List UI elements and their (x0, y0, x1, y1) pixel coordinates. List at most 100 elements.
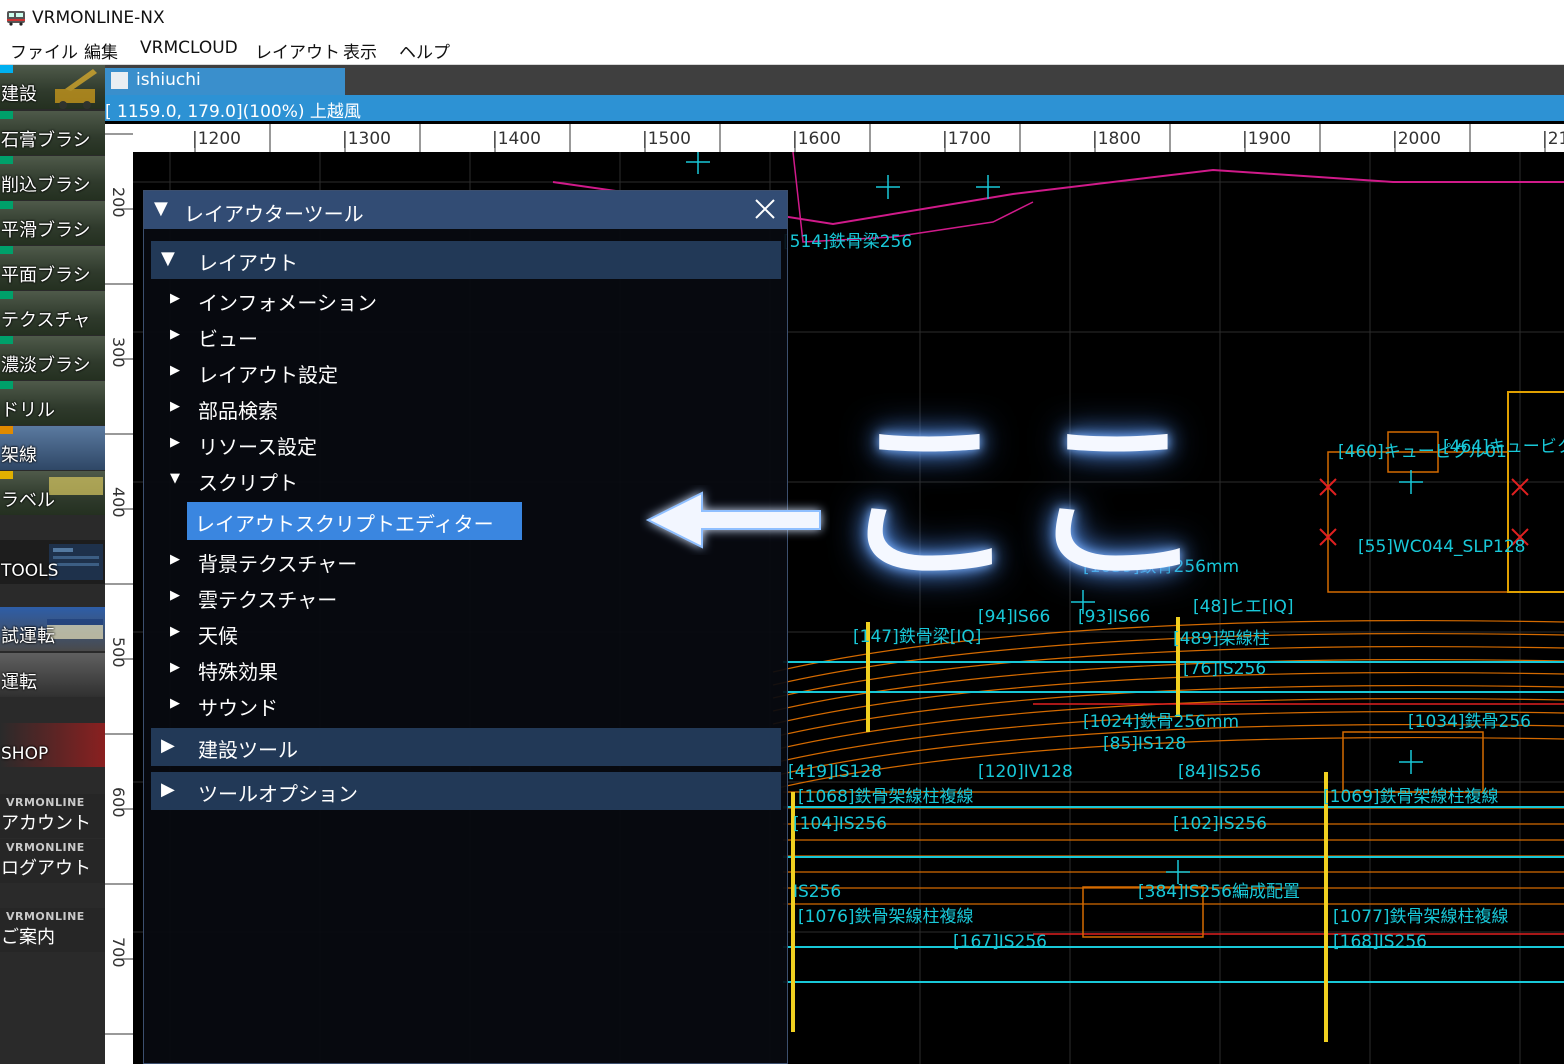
track-label: [464]キュービクル (1443, 437, 1564, 457)
sidebar-item-carve-brush[interactable]: 削込ブラシ (0, 156, 105, 200)
sidebar-item-label: 試運転 (1, 626, 55, 647)
sidebar-item-label: TOOLS (1, 561, 59, 581)
ruler-label: |1500 (642, 129, 691, 149)
menu-edit[interactable]: 編集 (82, 38, 120, 63)
sidebar-item-label: 平面ブラシ (1, 265, 91, 286)
section-layout[interactable]: ▼ レイアウト (151, 241, 781, 279)
collapse-triangle-icon[interactable]: ▼ (154, 198, 168, 219)
crosshair-marker (1399, 470, 1423, 494)
left-arrow-icon (645, 491, 821, 549)
sidebar-item-shade-brush[interactable]: 濃淡ブラシ (0, 336, 105, 380)
sidebar-item-account[interactable]: VRMONLINE アカウント (0, 794, 105, 838)
sidebar-item-test-run[interactable]: 試運転 (0, 607, 105, 651)
track-label: [384]IS256編成配置 (1138, 882, 1300, 902)
sidebar-item-label: 削込ブラシ (1, 175, 91, 196)
menu-file[interactable]: ファイル (8, 38, 80, 63)
tree-item-weather[interactable]: ▶ 天候 (166, 620, 766, 650)
horizontal-ruler: |1200 |1300 |1400 |1500 |1600 |1700 |1800 |1900… (105, 124, 1564, 152)
sidebar-item-smooth-brush[interactable]: 平滑ブラシ (0, 201, 105, 245)
tree-item-special-effects[interactable]: ▶ 特殊効果 (166, 656, 766, 686)
stripe (0, 291, 13, 299)
menu-help[interactable]: ヘルプ (397, 38, 452, 63)
ruler-label: |1600 (792, 129, 841, 149)
sidebar-item-label: テクスチャ (1, 310, 91, 331)
tree-item-view[interactable]: ▶ ビュー (166, 323, 766, 353)
stripe (0, 201, 13, 209)
sidebar-item-label-tool[interactable]: ラベル (0, 471, 105, 515)
sidebar-item-build[interactable]: 建設 (0, 65, 105, 109)
tree-item-parts-search[interactable]: ▶ 部品検索 (166, 395, 766, 425)
expanded-triangle-icon: ▼ (161, 248, 175, 269)
tool-sidebar: 建設 石膏ブラシ 削込ブラシ 平滑ブラシ 平面ブラシ テクスチャ 濃淡ブラシ ド… (0, 65, 105, 1064)
collapsed-triangle-icon: ▶ (161, 735, 175, 756)
track-label: [168]IS256 (1333, 932, 1427, 952)
sidebar-item-plaster-brush[interactable]: 石膏ブラシ (0, 111, 105, 155)
sidebar-item-tools[interactable]: TOOLS (0, 540, 105, 584)
crosshair-marker (1166, 860, 1190, 884)
collapsed-triangle-icon: ▶ (170, 363, 180, 378)
ruler-label: |1300 (342, 129, 391, 149)
sidebar-item-shop[interactable]: SHOP (0, 723, 105, 767)
sidebar-item-drill[interactable]: ドリル (0, 381, 105, 425)
expanded-triangle-icon: ▼ (170, 471, 180, 486)
tree-item-label: リソース設定 (198, 435, 317, 459)
coordinate-readout: [ 1159.0, 179.0](100%) 上越風 (105, 102, 361, 122)
track-label: [84]IS256 (1178, 762, 1261, 782)
section-label: レイアウト (198, 251, 298, 275)
sidebar-item-label: ラベル (1, 490, 55, 511)
track-label: [102]IS256 (1173, 814, 1267, 834)
ruler-label: |1700 (942, 129, 991, 149)
section-label: ツールオプション (198, 782, 358, 806)
sidebar-item-guide[interactable]: VRMONLINE ご案内 (0, 908, 105, 952)
track-label: [147]鉄骨梁[IQ] (853, 627, 981, 647)
panel-header[interactable]: ▼ レイアウターツール (144, 191, 787, 229)
crosshair-marker (876, 175, 900, 199)
tree-item-layout-settings[interactable]: ▶ レイアウト設定 (166, 359, 766, 389)
tree-item-label: インフォメーション (198, 291, 377, 315)
menu-view[interactable]: 表示 (341, 38, 379, 63)
sidebar-item-flat-brush[interactable]: 平面ブラシ (0, 246, 105, 290)
section-build-tools[interactable]: ▶ 建設ツール (151, 728, 781, 766)
sidebar-item-label: 石膏ブラシ (1, 130, 91, 151)
tree-item-resource-settings[interactable]: ▶ リソース設定 (166, 431, 766, 461)
menu-vrmcloud[interactable]: VRMCLOUD (138, 38, 240, 58)
track-label: IS256 (793, 882, 841, 902)
track-label: [104]IS256 (793, 814, 887, 834)
ruler-label: 300 (109, 337, 128, 368)
tab-ishiuchi[interactable]: ishiuchi (105, 68, 345, 95)
tree-item-information[interactable]: ▶ インフォメーション (166, 287, 766, 317)
track-label: [1024]鉄骨256mm (1083, 712, 1239, 732)
vrm-brand-label: VRMONLINE (6, 796, 85, 809)
sidebar-item-run[interactable]: 運転 (0, 653, 105, 697)
sidebar-item-label: SHOP (1, 744, 49, 764)
ruler-label: |2000 (1392, 129, 1441, 149)
tab-checkbox-icon[interactable] (111, 72, 128, 89)
building-outline (1327, 451, 1509, 593)
sidebar-item-label: 平滑ブラシ (1, 220, 91, 241)
sidebar-item-texture[interactable]: テクスチャ (0, 291, 105, 335)
track-label: [1069]鉄骨架線柱複線 (1323, 787, 1499, 807)
menu-layout[interactable]: レイアウト (253, 38, 342, 63)
track-label: [120]IV128 (978, 762, 1073, 782)
sidebar-item-logout[interactable]: VRMONLINE ログアウト (0, 839, 105, 883)
tree-item-label: レイアウト設定 (198, 363, 338, 387)
stripe (0, 336, 13, 344)
vrm-brand-label: VRMONLINE (6, 841, 85, 854)
tree-item-sound[interactable]: ▶ サウンド (166, 692, 766, 722)
tree-item-label: 部品検索 (198, 399, 278, 423)
stripe (0, 426, 13, 434)
collapsed-triangle-icon: ▶ (170, 660, 180, 675)
ruler-label: 200 (109, 187, 128, 218)
section-tool-options[interactable]: ▶ ツールオプション (151, 772, 781, 810)
coordinate-status-bar: [ 1159.0, 179.0](100%) 上越風 (105, 95, 1564, 122)
sidebar-item-overhead-wire[interactable]: 架線 (0, 426, 105, 470)
train-app-icon (7, 11, 25, 26)
ruler-label: |1900 (1242, 129, 1291, 149)
tree-item-layout-script-editor[interactable]: レイアウトスクリプトエディター (187, 502, 522, 540)
collapsed-triangle-icon: ▶ (170, 327, 180, 342)
collapsed-triangle-icon: ▶ (170, 291, 180, 306)
close-icon[interactable] (751, 195, 779, 223)
crosshair-marker (1399, 750, 1423, 774)
track-label: [167]IS256 (953, 932, 1047, 952)
tree-item-cloud-texture[interactable]: ▶ 雲テクスチャー (166, 584, 766, 614)
